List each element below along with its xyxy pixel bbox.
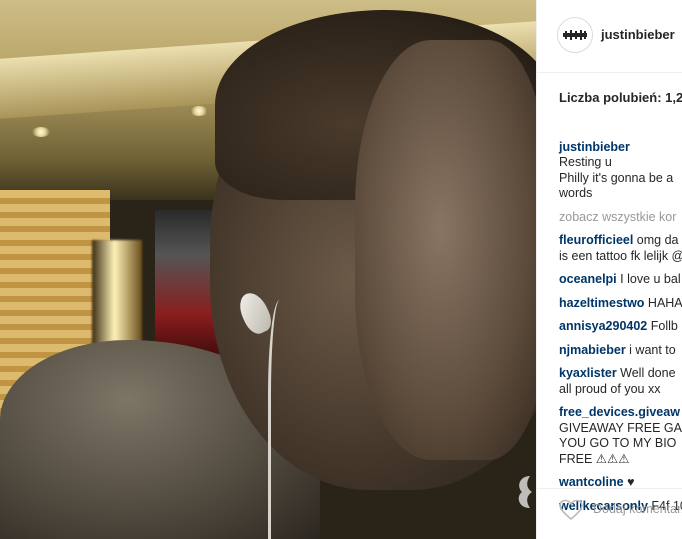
photo-lamp (92, 240, 142, 350)
watermark-icon (512, 470, 536, 514)
comment-item: annisya290402 Follb (559, 319, 682, 335)
justinbieber-logo-icon[interactable] (557, 17, 593, 53)
post-photo[interactable] (0, 0, 536, 539)
comment-user[interactable]: njmabieber (559, 343, 626, 357)
comment-text: ♥ (623, 475, 635, 489)
comment-user[interactable]: oceanelpi (559, 272, 617, 286)
comment-item: fleurofficieel omg da is een tattoo fk l… (559, 233, 682, 264)
heart-outline-icon[interactable] (559, 499, 583, 521)
comment-text: Follb (647, 319, 678, 333)
photo-earbud-wire (268, 300, 297, 539)
comment-item: kyaxlister Well done all proud of you xx (559, 366, 682, 397)
comment-item: free_devices.giveaw GIVEAWAY FREE GA YOU… (559, 405, 682, 467)
comment-user[interactable]: fleurofficieel (559, 233, 633, 247)
see-all-comments-link[interactable]: zobacz wszystkie kor (559, 210, 682, 226)
comment-item: njmabieber i want to (559, 343, 682, 359)
post-header: justinbieber (537, 0, 682, 73)
ceiling-light (32, 127, 50, 137)
add-comment-input[interactable]: Dodaj komentarz (593, 502, 682, 516)
comment-item: hazeltimestwo HAHA (559, 296, 682, 312)
comment-user[interactable]: wantcoline (559, 475, 624, 489)
comment-footer: Dodaj komentarz (537, 488, 682, 539)
comment-text: i want to (625, 342, 676, 357)
comment-user[interactable]: hazeltimestwo (559, 296, 644, 310)
comment-user[interactable]: annisya290402 (559, 319, 647, 333)
comment-container: fleurofficieel omg da is een tattoo fk l… (559, 233, 682, 514)
photo-hand (355, 40, 536, 460)
post-sidebar: justinbieber Liczba polubień: 1,2m justi… (536, 0, 682, 539)
comment-user[interactable]: free_devices.giveaw (559, 405, 680, 419)
comment-text: I love u bal (616, 272, 681, 286)
caption: justinbieber Resting u Philly it's gonna… (559, 124, 682, 202)
comments-list: justinbieber Resting u Philly it's gonna… (559, 124, 682, 522)
caption-text: Resting u Philly it's gonna be a words (559, 155, 674, 200)
caption-user[interactable]: justinbieber (559, 140, 630, 154)
comment-text: HAHA (644, 295, 682, 310)
likes-count[interactable]: Liczba polubień: 1,2m (559, 90, 682, 105)
ceiling-light (190, 106, 208, 116)
comment-item: oceanelpi I love u bal (559, 272, 682, 288)
post-username[interactable]: justinbieber (601, 27, 675, 42)
comment-text: GIVEAWAY FREE GA YOU GO TO MY BIO FREE ⚠… (559, 420, 682, 466)
comment-user[interactable]: kyaxlister (559, 366, 617, 380)
